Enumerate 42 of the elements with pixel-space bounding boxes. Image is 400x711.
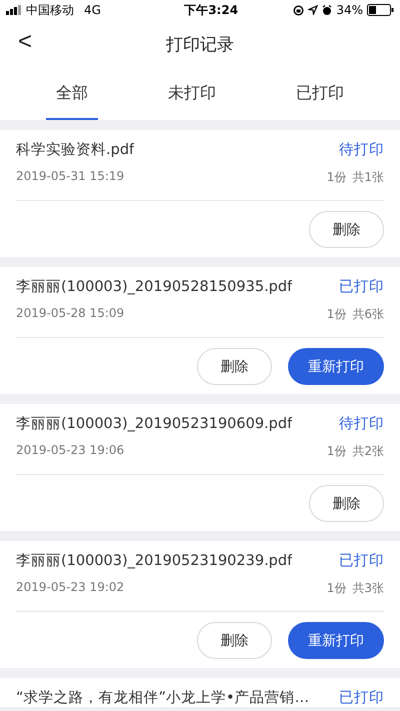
page-count: 共6张	[352, 306, 384, 323]
tab[interactable]: 未打印	[158, 68, 226, 120]
file-name: 李丽丽(100003)_20190523190609.pdf	[16, 415, 292, 433]
page-title: 打印记录	[166, 34, 234, 56]
print-status: 已打印	[339, 552, 384, 570]
clock: 下午3:24	[184, 2, 238, 18]
page-count: 共3张	[352, 580, 384, 597]
print-time: 2019-05-23 19:02	[16, 580, 124, 596]
location-icon	[308, 5, 318, 15]
carrier-name: 中国移动	[26, 2, 74, 18]
reprint-button[interactable]: 重新打印	[288, 622, 384, 659]
delete-button[interactable]: 删除	[197, 622, 272, 659]
file-name: 李丽丽(100003)_20190528150935.pdf	[16, 278, 292, 296]
tab[interactable]: 已打印	[286, 68, 354, 120]
battery-icon	[367, 4, 394, 16]
print-time: 2019-05-23 19:06	[16, 443, 124, 459]
print-status: 已打印	[339, 689, 384, 707]
copies-count: 1份	[326, 580, 346, 597]
print-status: 待打印	[339, 415, 384, 433]
page-count: 共2张	[352, 443, 384, 460]
file-name: 李丽丽(100003)_20190523190239.pdf	[16, 552, 292, 570]
file-name: 科学实验资料.pdf	[16, 140, 134, 159]
rotation-lock-icon	[293, 4, 304, 16]
delete-button[interactable]: 删除	[309, 485, 384, 522]
print-status: 待打印	[339, 141, 384, 159]
battery-percent: 34%	[336, 3, 363, 17]
copies-count: 1份	[326, 443, 346, 460]
signal-icon	[6, 5, 22, 15]
copies-count: 1份	[326, 306, 346, 323]
alarm-icon	[322, 4, 332, 16]
back-button[interactable]: <	[14, 28, 36, 56]
file-name: “求学之路，有龙相伴”小龙上学•产品营销…	[16, 688, 310, 707]
delete-button[interactable]: 删除	[309, 211, 384, 248]
reprint-button[interactable]: 重新打印	[288, 348, 384, 385]
print-status: 已打印	[339, 278, 384, 296]
network-type: 4G	[84, 3, 101, 17]
copies-count: 1份	[326, 169, 346, 186]
page-count: 共1张	[352, 169, 384, 186]
print-time: 2019-05-31 15:19	[16, 169, 124, 185]
delete-button[interactable]: 删除	[197, 348, 272, 385]
print-time: 2019-05-28 15:09	[16, 306, 124, 322]
tab[interactable]: 全部	[46, 68, 98, 120]
